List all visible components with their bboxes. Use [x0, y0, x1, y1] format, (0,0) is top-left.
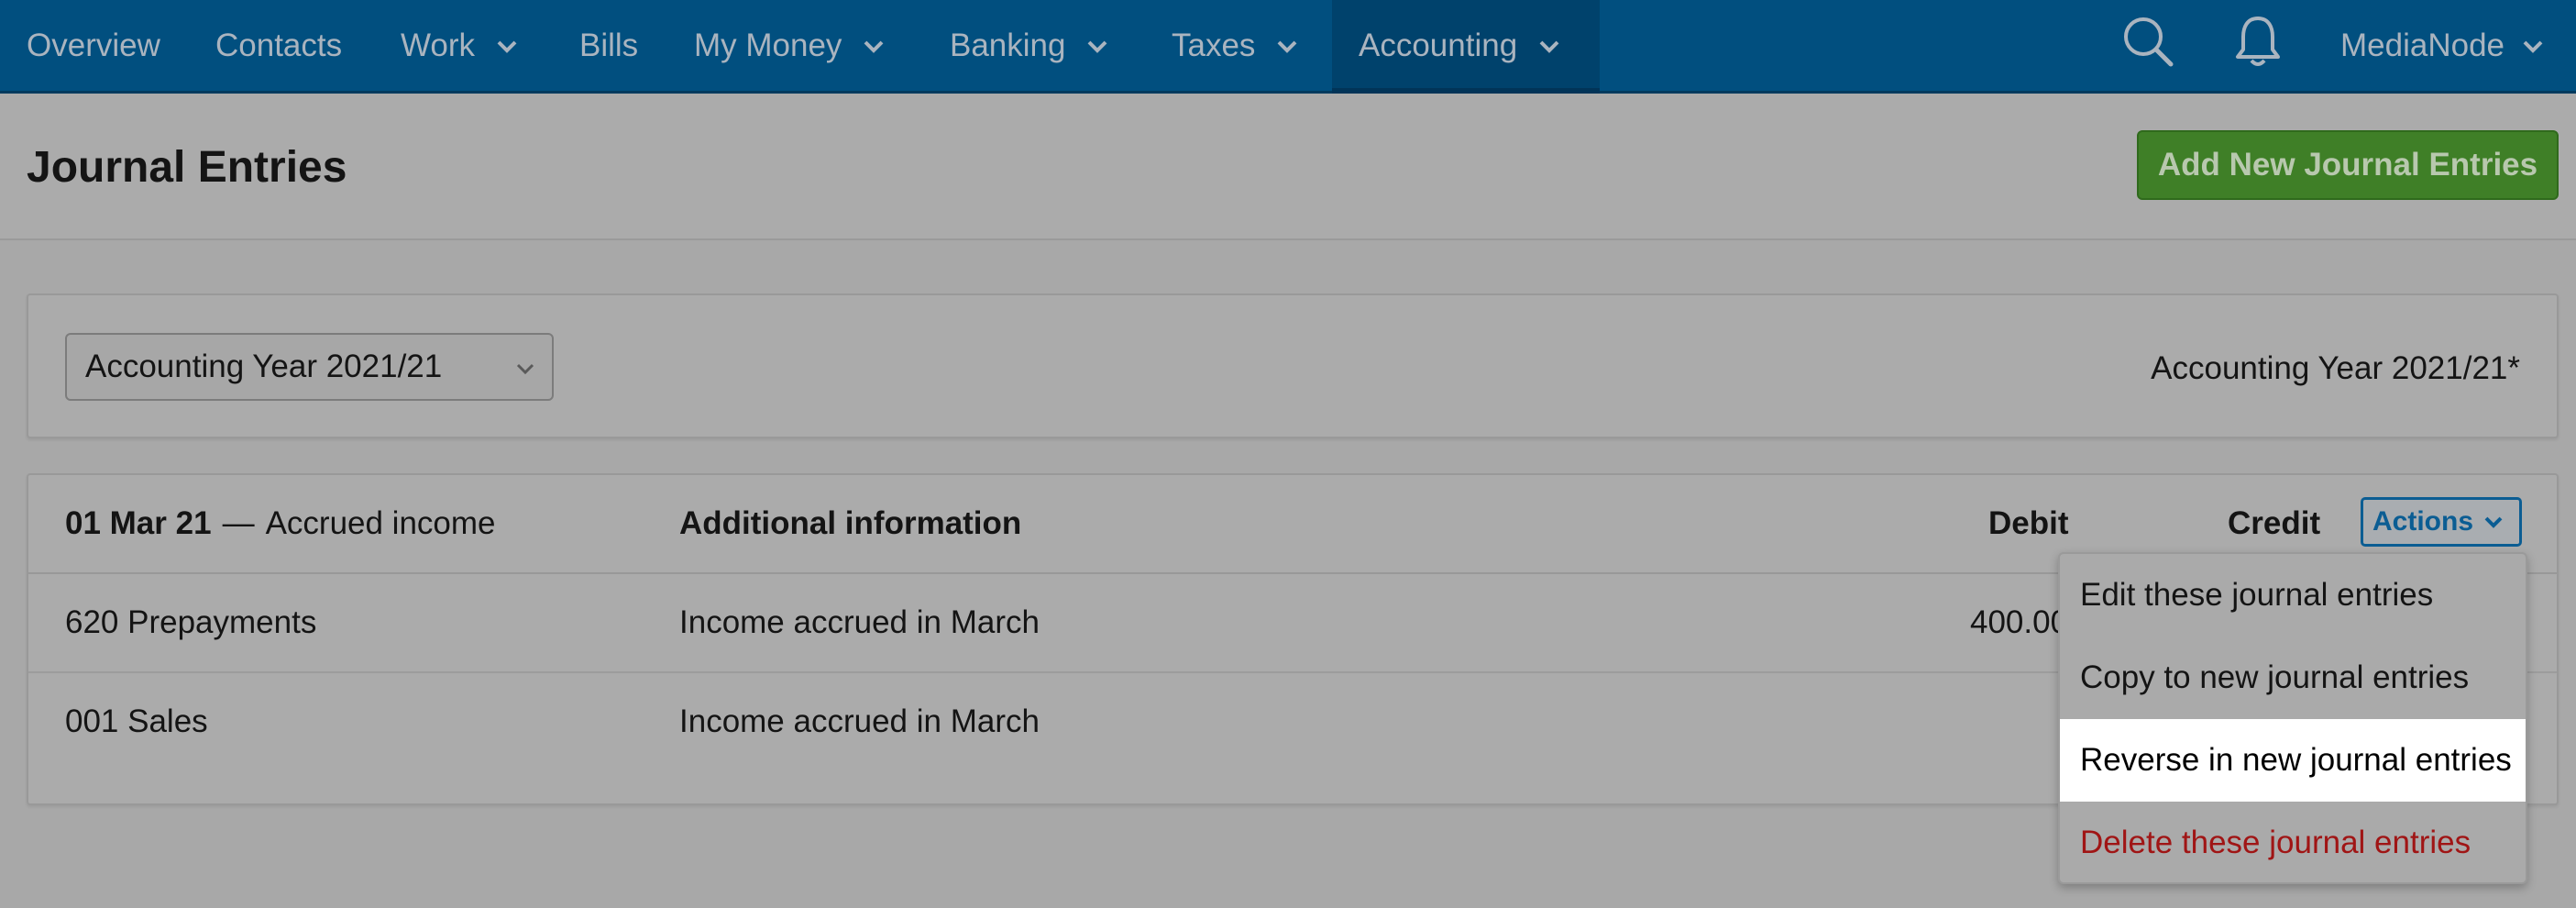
journal-separator: — — [222, 505, 255, 541]
journal-heading: 01 Mar 21 — Accrued income — [65, 475, 496, 572]
info-cell: Income accrued in March — [679, 604, 1040, 640]
bell-icon[interactable] — [2229, 13, 2286, 70]
accounting-year-label: Accounting Year 2021/21* — [2151, 350, 2520, 386]
add-journal-entries-button[interactable]: Add New Journal Entries — [2137, 130, 2559, 200]
menu-item-edit[interactable]: Edit these journal entries — [2060, 554, 2526, 637]
search-icon[interactable] — [2119, 13, 2176, 70]
menu-item-delete[interactable]: Delete these journal entries — [2060, 802, 2526, 882]
page-header: Journal Entries Add New Journal Entries — [0, 94, 2576, 240]
chevron-down-icon — [1539, 40, 1559, 53]
accounting-year-select[interactable]: Accounting Year 2021/21 — [65, 333, 554, 401]
nav-item-label: Banking — [950, 27, 1066, 63]
column-header-additional-info: Additional information — [679, 505, 1022, 541]
nav-item-label: Overview — [27, 27, 160, 63]
journal-description: Accrued income — [265, 505, 496, 541]
nav-item-label: Work — [401, 27, 476, 63]
nav-item-overview[interactable]: Overview — [27, 0, 160, 91]
filter-card: Accounting Year 2021/21 Accounting Year … — [27, 293, 2559, 438]
nav-item-label: Taxes — [1172, 27, 1256, 63]
top-nav: Overview Contacts Work Bills My Money Ba… — [0, 0, 2576, 94]
chevron-down-icon — [2484, 516, 2503, 528]
info-cell: Income accrued in March — [679, 703, 1040, 739]
chevron-down-icon — [516, 363, 534, 375]
account-cell: 620 Prepayments — [65, 604, 317, 640]
accounting-year-value: Accounting Year 2021/21 — [85, 349, 443, 384]
nav-item-label: Contacts — [215, 27, 343, 63]
actions-label: Actions — [2372, 506, 2474, 537]
chevron-down-icon — [1278, 40, 1297, 53]
nav-item-accounting[interactable]: Accounting — [1332, 0, 1600, 94]
account-cell: 001 Sales — [65, 703, 208, 739]
nav-item-taxes[interactable]: Taxes — [1172, 0, 1299, 91]
nav-item-bills[interactable]: Bills — [579, 0, 638, 91]
menu-item-copy[interactable]: Copy to new journal entries — [2060, 637, 2526, 719]
page-title: Journal Entries — [27, 143, 347, 192]
nav-item-contacts[interactable]: Contacts — [215, 0, 342, 91]
nav-item-banking[interactable]: Banking — [950, 0, 1109, 91]
nav-item-label: My Money — [694, 27, 842, 63]
chevron-down-icon — [1088, 40, 1107, 53]
actions-button[interactable]: Actions — [2361, 497, 2522, 547]
account-menu[interactable]: MediaNode — [2340, 0, 2545, 91]
nav-item-work[interactable]: Work — [401, 0, 519, 91]
nav-item-label: Bills — [579, 27, 639, 63]
debit-cell: 400.00 — [1970, 604, 2069, 640]
chevron-down-icon — [497, 40, 517, 53]
journal-date: 01 Mar 21 — [65, 505, 212, 541]
chevron-down-icon — [864, 40, 884, 53]
menu-item-reverse[interactable]: Reverse in new journal entries — [2060, 719, 2526, 802]
actions-menu: Edit these journal entries Copy to new j… — [2058, 552, 2527, 884]
chevron-down-icon — [2523, 40, 2543, 53]
nav-item-my-money[interactable]: My Money — [694, 0, 886, 91]
nav-item-label: Accounting — [1359, 27, 1518, 63]
account-label: MediaNode — [2340, 27, 2504, 63]
column-header-debit: Debit — [1988, 505, 2069, 541]
